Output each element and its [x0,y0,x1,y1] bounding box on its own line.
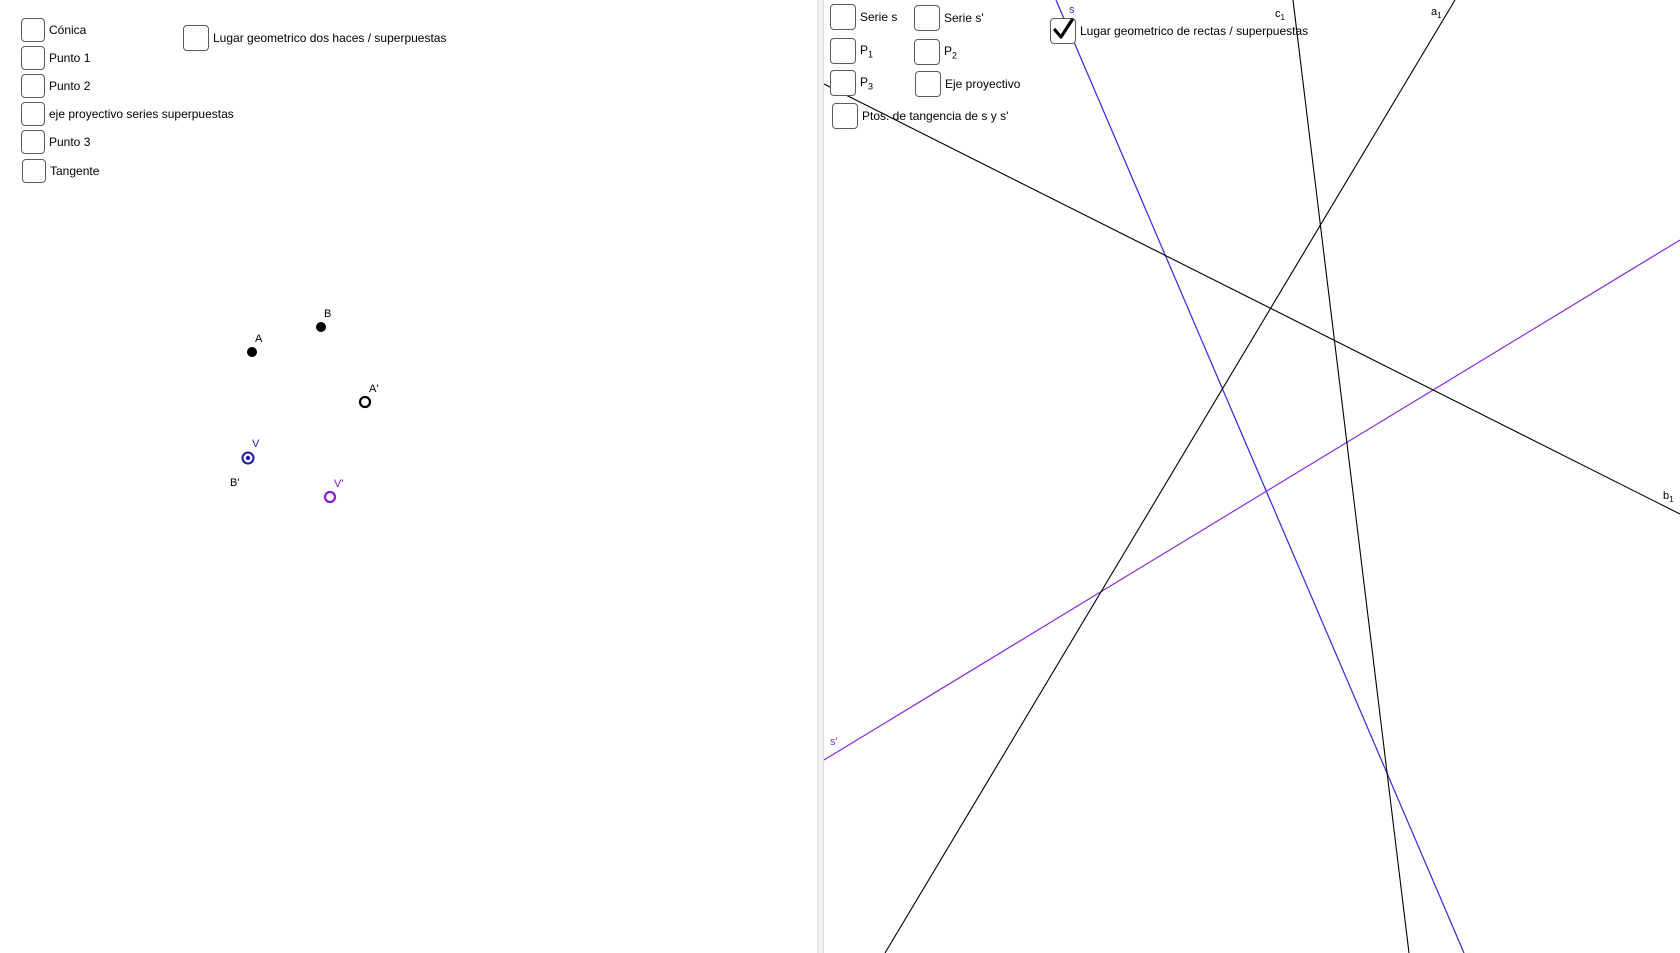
checkbox-label: Eje proyectivo [945,77,1021,91]
line-s-prime-label: s' [830,736,838,748]
checkbox-box[interactable] [830,70,856,96]
checkbox-eje-proyectivo[interactable]: Eje proyectivo [915,71,1020,97]
checkbox-label-text: P [944,43,953,58]
checkbox-label-sub: 3 [868,81,874,92]
point-v-prime-label: V' [334,478,344,490]
checkbox-lugar-geometrico-rectas[interactable]: Lugar geometrico de rectas / superpuesta… [1050,18,1308,44]
right-graphics-view[interactable]: s s' a1 b1 c1 Serie s Serie s' P1 P2 P3 … [824,0,1680,953]
line-s-label: s [1069,4,1075,16]
checkbox-label-sub: 2 [952,50,958,61]
checkbox-box[interactable] [832,103,858,129]
panel-divider[interactable] [817,0,824,953]
line-c1[interactable] [1292,0,1410,953]
checkbox-label: Serie s' [944,11,984,25]
point-b-label: B [324,308,332,320]
checkbox-box[interactable] [914,39,940,65]
line-a1[interactable] [884,0,1456,953]
checkbox-box[interactable] [914,5,940,31]
line-s-prime[interactable] [824,239,1680,761]
point-b[interactable] [316,322,326,332]
checkbox-p1[interactable]: P1 [830,38,873,64]
line-s[interactable] [1055,0,1465,953]
checkbox-label: P1 [860,43,873,59]
left-canvas [241,322,372,504]
line-s-label-text: s [1069,4,1075,16]
checkbox-label: Serie s [860,10,898,24]
line-b1[interactable] [824,83,1680,515]
line-b1-label: b1 [1663,490,1674,504]
point-a-prime-label: A' [369,383,379,395]
checkbox-ptos-tangencia[interactable]: Ptos. de tangencia de s y s' [832,103,1008,129]
left-graphics-view[interactable]: Cónica Punto 1 Punto 2 eje proyectivo se… [0,0,817,953]
point-a-prime[interactable] [358,395,372,409]
checkbox-label: Ptos. de tangencia de s y s' [862,109,1009,123]
line-a1-label: a1 [1431,6,1442,20]
checkbox-serie-s[interactable]: Serie s [830,4,897,30]
point-v-prime[interactable] [323,490,337,504]
checkbox-p2[interactable]: P2 [914,39,957,65]
checkbox-box[interactable] [1050,18,1076,44]
checkbox-label-text: P [860,74,869,89]
checkbox-label-sub: 1 [868,49,874,60]
line-b1-label-sub: 1 [1669,495,1674,505]
line-a1-label-sub: 1 [1437,11,1442,21]
checkbox-box[interactable] [830,4,856,30]
checkbox-label: P2 [944,44,957,60]
right-canvas [824,0,1680,953]
checkbox-serie-s-prime[interactable]: Serie s' [914,5,984,31]
checkmark-icon [1053,18,1074,39]
checkbox-label-text: P [860,42,869,57]
point-b-prime-label: B' [230,477,240,489]
point-a-label: A [255,333,263,345]
line-s-prime-label-text: s' [830,736,838,748]
point-v-label: V [252,438,260,450]
checkbox-label: Lugar geometrico de rectas / superpuesta… [1080,24,1309,38]
checkbox-box[interactable] [915,71,941,97]
point-a[interactable] [247,347,257,357]
point-v-center [245,455,251,461]
checkbox-p3[interactable]: P3 [830,70,873,96]
checkbox-label: P3 [860,75,873,91]
checkbox-box[interactable] [830,38,856,64]
